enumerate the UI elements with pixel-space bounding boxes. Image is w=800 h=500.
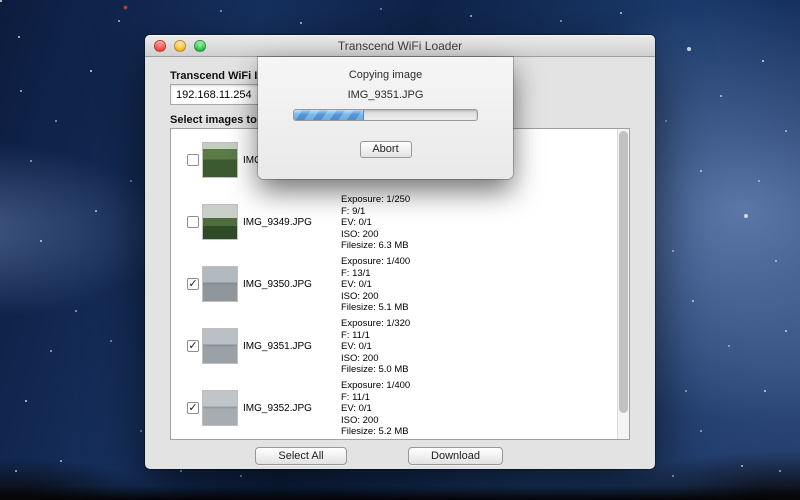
exif-block: Exposure: 1/400F: 13/1EV: 0/1ISO: 200Fil… <box>341 256 410 314</box>
exif-line: Exposure: 1/250 <box>341 194 410 206</box>
row-checkbox[interactable] <box>187 216 199 228</box>
exif-line: ISO: 200 <box>341 353 410 365</box>
exif-line: EV: 0/1 <box>341 403 410 415</box>
list-item[interactable]: ✓ IMG_9351.JPG Exposure: 1/320F: 11/1EV:… <box>171 315 629 377</box>
progress-bar <box>293 109 478 121</box>
titlebar[interactable]: Transcend WiFi Loader <box>145 35 655 57</box>
window-title: Transcend WiFi Loader <box>145 35 655 57</box>
minimize-button[interactable] <box>174 40 186 52</box>
exif-line: ISO: 200 <box>341 229 410 241</box>
row-checkbox[interactable] <box>187 154 199 166</box>
stars <box>0 0 2 2</box>
app-window: Transcend WiFi Loader Transcend WiFi IP:… <box>145 35 655 469</box>
exif-block: Exposure: 1/400F: 11/1EV: 0/1ISO: 200Fil… <box>341 380 410 438</box>
scrollbar-thumb[interactable] <box>619 131 628 413</box>
row-checkbox[interactable]: ✓ <box>187 402 199 414</box>
thumbnail <box>203 143 237 177</box>
exif-line: Filesize: 6.3 MB <box>341 240 410 252</box>
abort-button[interactable]: Abort <box>360 141 412 158</box>
scrollbar[interactable] <box>617 129 629 439</box>
copy-progress-dialog: Copying image IMG_9351.JPG Abort <box>258 57 513 179</box>
traffic-lights <box>154 40 206 52</box>
list-item[interactable]: IMG_9349.JPG Exposure: 1/250F: 9/1EV: 0/… <box>171 191 629 253</box>
close-button[interactable] <box>154 40 166 52</box>
exif-block: Exposure: 1/250F: 9/1EV: 0/1ISO: 200File… <box>341 194 410 252</box>
exif-line: Exposure: 1/400 <box>341 380 410 392</box>
thumbnail <box>203 391 237 425</box>
row-checkbox[interactable]: ✓ <box>187 340 199 352</box>
dialog-filename: IMG_9351.JPG <box>258 89 513 101</box>
download-button[interactable]: Download <box>408 447 503 465</box>
list-item[interactable]: ✓ IMG_9352.JPG Exposure: 1/400F: 11/1EV:… <box>171 377 629 439</box>
exif-line: Filesize: 5.0 MB <box>341 364 410 376</box>
exif-line: Exposure: 1/400 <box>341 256 410 268</box>
thumbnail <box>203 267 237 301</box>
exif-line: EV: 0/1 <box>341 341 410 353</box>
exif-line: Filesize: 5.2 MB <box>341 426 410 438</box>
exif-block: Exposure: 1/320F: 11/1EV: 0/1ISO: 200Fil… <box>341 318 410 376</box>
exif-line: ISO: 200 <box>341 415 410 427</box>
ip-label: Transcend WiFi IP: <box>170 70 268 82</box>
filename: IMG_9352.JPG <box>243 403 312 414</box>
exif-line: F: 9/1 <box>341 206 410 218</box>
thumbnail <box>203 205 237 239</box>
exif-line: EV: 0/1 <box>341 279 410 291</box>
exif-line: Filesize: 5.1 MB <box>341 302 410 314</box>
exif-line: EV: 0/1 <box>341 217 410 229</box>
red-star <box>124 6 127 9</box>
exif-line: Exposure: 1/320 <box>341 318 410 330</box>
list-item[interactable]: ✓ IMG_9350.JPG Exposure: 1/400F: 13/1EV:… <box>171 253 629 315</box>
select-all-button[interactable]: Select All <box>255 447 347 465</box>
progress-fill <box>294 110 364 120</box>
filename: IMG_9350.JPG <box>243 279 312 290</box>
desktop: Transcend WiFi Loader Transcend WiFi IP:… <box>0 0 800 500</box>
exif-line: F: 13/1 <box>341 268 410 280</box>
horizon-shadow <box>0 486 800 500</box>
thumbnail <box>203 329 237 363</box>
exif-line: ISO: 200 <box>341 291 410 303</box>
filename: IMG_9349.JPG <box>243 217 312 228</box>
exif-line: F: 11/1 <box>341 392 410 404</box>
row-checkbox[interactable]: ✓ <box>187 278 199 290</box>
exif-line: F: 11/1 <box>341 330 410 342</box>
filename: IMG_9351.JPG <box>243 341 312 352</box>
zoom-button[interactable] <box>194 40 206 52</box>
dialog-title: Copying image <box>258 69 513 81</box>
